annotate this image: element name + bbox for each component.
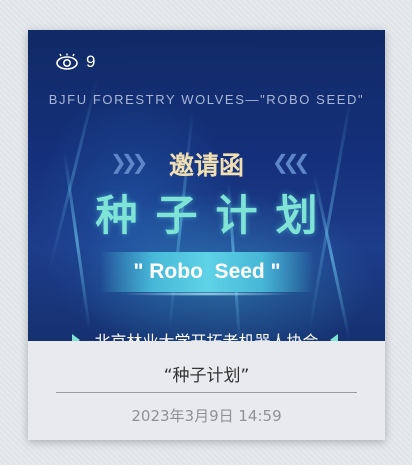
cover-invite-text: 邀请函 xyxy=(168,151,244,180)
publish-date: 2023年3月9日 14:59 xyxy=(131,407,282,425)
view-count-value: 9 xyxy=(86,52,96,71)
card-caption[interactable]: “种子计划” 2023年3月9日 14:59 xyxy=(28,341,385,440)
cover-image[interactable]: 9 BJFU FORESTRY WOLVES—"ROBO SEED" ❯❯❯ 邀… xyxy=(28,30,385,341)
banner-glow xyxy=(118,292,296,296)
cover-banner-text: " Robo Seed " xyxy=(133,260,281,283)
cover-banner: " Robo Seed " xyxy=(100,252,314,292)
cover-english-text: BJFU FORESTRY WOLVES—"ROBO SEED" xyxy=(48,92,365,107)
caption-divider xyxy=(56,392,357,393)
chevron-left-icon: ❮❮❮ xyxy=(272,150,310,174)
view-count: 9 xyxy=(56,52,95,72)
triangle-left-icon xyxy=(330,334,338,341)
article-card[interactable]: 9 BJFU FORESTRY WOLVES—"ROBO SEED" ❯❯❯ 邀… xyxy=(28,30,385,440)
cover-title: 种子计划 xyxy=(95,191,336,240)
article-title[interactable]: “种子计划” xyxy=(28,361,385,386)
eye-icon xyxy=(56,53,78,70)
